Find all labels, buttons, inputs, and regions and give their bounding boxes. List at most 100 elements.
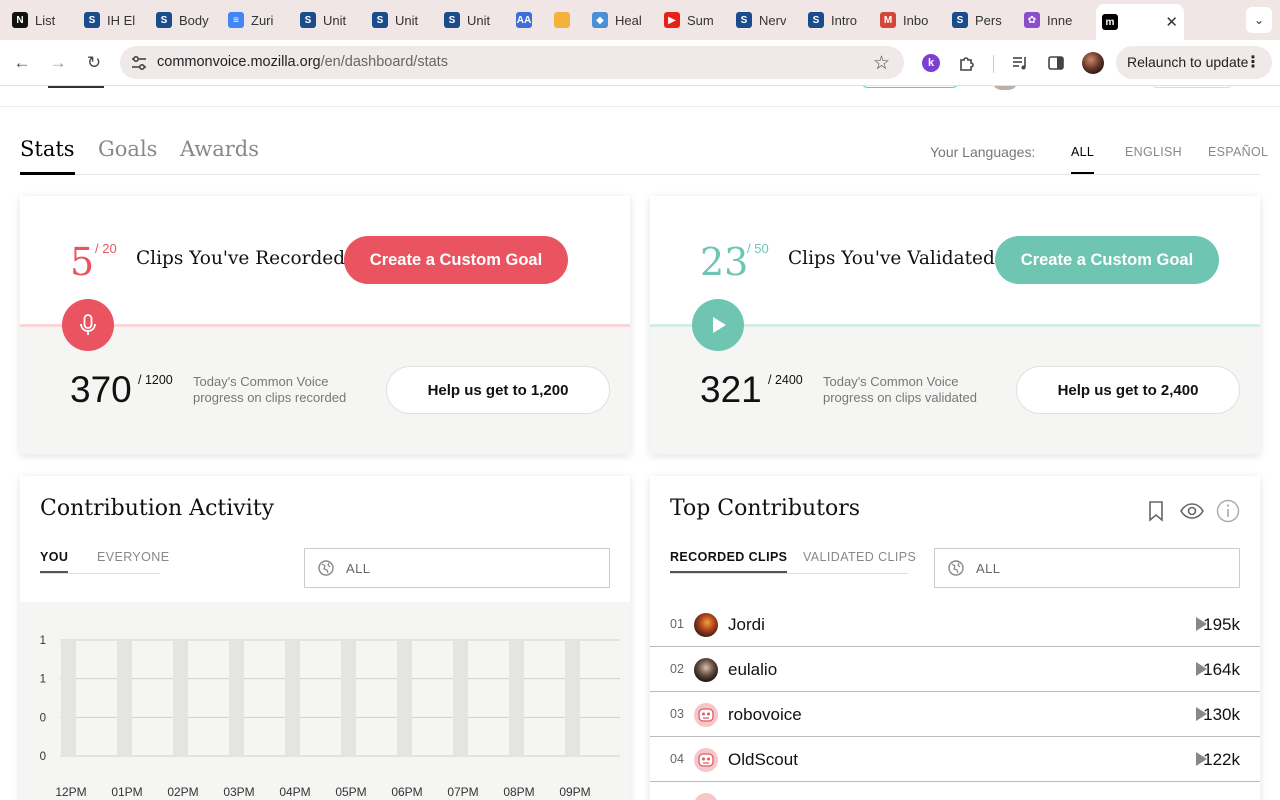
x-tick-label: 03PM <box>223 785 254 799</box>
contributor-count: 122k <box>1203 750 1240 769</box>
browser-tab[interactable]: S Body <box>156 8 234 32</box>
relaunch-to-update-button[interactable]: Relaunch to update ⋮ <box>1116 46 1272 79</box>
browser-tab[interactable]: m ✕ <box>1096 4 1184 40</box>
create-custom-goal-validated-button[interactable]: Create a Custom Goal <box>995 236 1219 284</box>
media-controls-icon[interactable] <box>1008 51 1032 75</box>
language-filter-english[interactable]: ENGLISH <box>1125 145 1182 159</box>
browser-tab[interactable]: S Unit <box>444 8 522 32</box>
contributor-count: 195k <box>1203 615 1240 634</box>
browser-tab-label: Unit <box>467 12 491 28</box>
tab-favicon-icon: S <box>156 12 172 28</box>
browser-tab-label: Unit <box>323 12 347 28</box>
tab-search-button[interactable]: ⌄ <box>1246 7 1272 33</box>
extensions-puzzle-icon[interactable] <box>955 51 979 75</box>
microphone-icon[interactable] <box>62 299 114 351</box>
forward-button[interactable]: → <box>47 52 69 74</box>
contribution-chart: 1 1 0 0 12PM 01PM 02PM 03PM 04PM 05PM 06PM 07PM 08PM… <box>20 602 630 800</box>
validated-progress-description: Today's Common Voice progress on clips v… <box>823 374 977 405</box>
tab-stats[interactable]: Stats <box>20 137 75 175</box>
browser-tab[interactable]: ▶ Sum <box>664 8 742 32</box>
close-tab-icon[interactable]: ✕ <box>1165 13 1178 31</box>
x-tick-label: 01PM <box>111 785 142 799</box>
browser-tab[interactable]: S Unit <box>372 8 450 32</box>
contributor-rank: 02 <box>670 662 684 676</box>
contributor-row[interactable]: 02 eulalio 164k <box>650 647 1260 692</box>
bookmark-star-icon[interactable]: ☆ <box>873 52 890 75</box>
browser-tab-label: Inbo <box>903 12 929 28</box>
x-tick-label: 07PM <box>447 785 478 799</box>
bookmark-icon[interactable] <box>1143 498 1169 524</box>
tab-favicon-icon: M <box>880 12 896 28</box>
top-contributors-title: Top Contributors <box>670 496 861 521</box>
activity-language-value: ALL <box>346 561 371 576</box>
x-tick-label: 09PM <box>559 785 590 799</box>
tab-favicon-icon: ≡ <box>228 12 244 28</box>
browser-tab-label: Sum <box>687 12 714 28</box>
contributor-name: Jordi <box>728 615 765 634</box>
contributor-row[interactable]: 04 OldScout 122k <box>650 737 1260 782</box>
browser-tab-label: Pers <box>975 12 1002 28</box>
help-us-get-to-1200-button[interactable]: Help us get to 1,200 <box>386 366 610 414</box>
contributor-row[interactable]: 01 Jordi 195k <box>650 602 1260 647</box>
header-button-remnant <box>860 86 960 88</box>
site-settings-icon[interactable] <box>130 54 148 72</box>
eye-icon[interactable] <box>1179 498 1205 524</box>
tab-goals[interactable]: Goals <box>98 137 157 161</box>
recorded-progress-count: 370 <box>70 369 132 410</box>
create-custom-goal-recorded-button[interactable]: Create a Custom Goal <box>344 236 568 284</box>
tab-favicon-icon: AA <box>516 12 532 28</box>
tab-favicon-icon: S <box>808 12 824 28</box>
side-panel-icon[interactable] <box>1044 51 1068 75</box>
tab-favicon-icon: S <box>736 12 752 28</box>
help-us-get-to-2400-button[interactable]: Help us get to 2,400 <box>1016 366 1240 414</box>
browser-tab[interactable]: S Unit <box>300 8 378 32</box>
chart-bar <box>397 640 412 756</box>
contribution-activity-title: Contribution Activity <box>40 496 274 521</box>
validated-title: Clips You've Validated <box>788 248 995 269</box>
address-bar[interactable]: commonvoice.mozilla.org/en/dashboard/sta… <box>120 46 904 79</box>
tab-everyone[interactable]: EVERYONE <box>97 550 169 564</box>
validated-goal: / 50 <box>747 241 769 256</box>
play-icon[interactable] <box>692 299 744 351</box>
chart-bar <box>565 640 580 756</box>
tab-you[interactable]: YOU <box>40 550 69 573</box>
extension-k-icon[interactable]: k <box>919 51 943 75</box>
tab-awards[interactable]: Awards <box>180 137 259 161</box>
activity-language-select[interactable]: ALL <box>304 548 610 588</box>
contributor-row[interactable]: 03 robovoice 130k <box>650 692 1260 737</box>
language-filter-all[interactable]: ALL <box>1071 145 1095 174</box>
recorded-progress-description: Today's Common Voice progress on clips r… <box>193 374 347 405</box>
header-avatar-remnant <box>992 86 1018 90</box>
contributors-language-select[interactable]: ALL <box>934 548 1240 588</box>
browser-tab[interactable]: N List <box>12 8 90 32</box>
browser-tab[interactable] <box>554 8 598 32</box>
browser-tab[interactable]: ≡ Zuri <box>228 8 306 32</box>
browser-tab[interactable]: S Nerv <box>736 8 814 32</box>
tab-recorded-clips[interactable]: RECORDED CLIPS <box>670 550 788 573</box>
chart-bar <box>285 640 300 756</box>
tab-favicon-icon: N <box>12 12 28 28</box>
contributor-count: 164k <box>1203 660 1240 679</box>
browser-tab-label: Nerv <box>759 12 787 28</box>
contributor-count: 130k <box>1203 705 1240 724</box>
browser-tab[interactable]: M Inbo <box>880 8 958 32</box>
browser-tab[interactable]: ✿ Inne <box>1024 8 1102 32</box>
page-content: Stats Goals Awards Your Languages: ALL E… <box>0 86 1280 800</box>
browser-tab[interactable]: S IH El <box>84 8 162 32</box>
tab-validated-clips[interactable]: VALIDATED CLIPS <box>803 550 916 564</box>
browser-tab-label: Intro <box>831 12 858 28</box>
reload-button[interactable]: ↻ <box>83 52 105 74</box>
profile-avatar[interactable] <box>1081 51 1105 75</box>
browser-tab[interactable]: ◆ Heal <box>592 8 670 32</box>
back-button[interactable]: ← <box>11 52 33 74</box>
tab-favicon-icon: S <box>300 12 316 28</box>
browser-tab[interactable]: S Intro <box>808 8 886 32</box>
tab-favicon-icon: ▶ <box>664 12 680 28</box>
language-filter-espanol[interactable]: ESPAÑOL <box>1208 145 1268 159</box>
contributor-row[interactable] <box>650 782 1260 800</box>
browser-tab[interactable]: S Pers <box>952 8 1030 32</box>
x-tick-label: 12PM <box>55 785 86 799</box>
info-icon[interactable] <box>1215 498 1241 524</box>
tab-favicon-icon: ✿ <box>1024 12 1040 28</box>
browser-tab[interactable]: AA <box>516 8 560 32</box>
